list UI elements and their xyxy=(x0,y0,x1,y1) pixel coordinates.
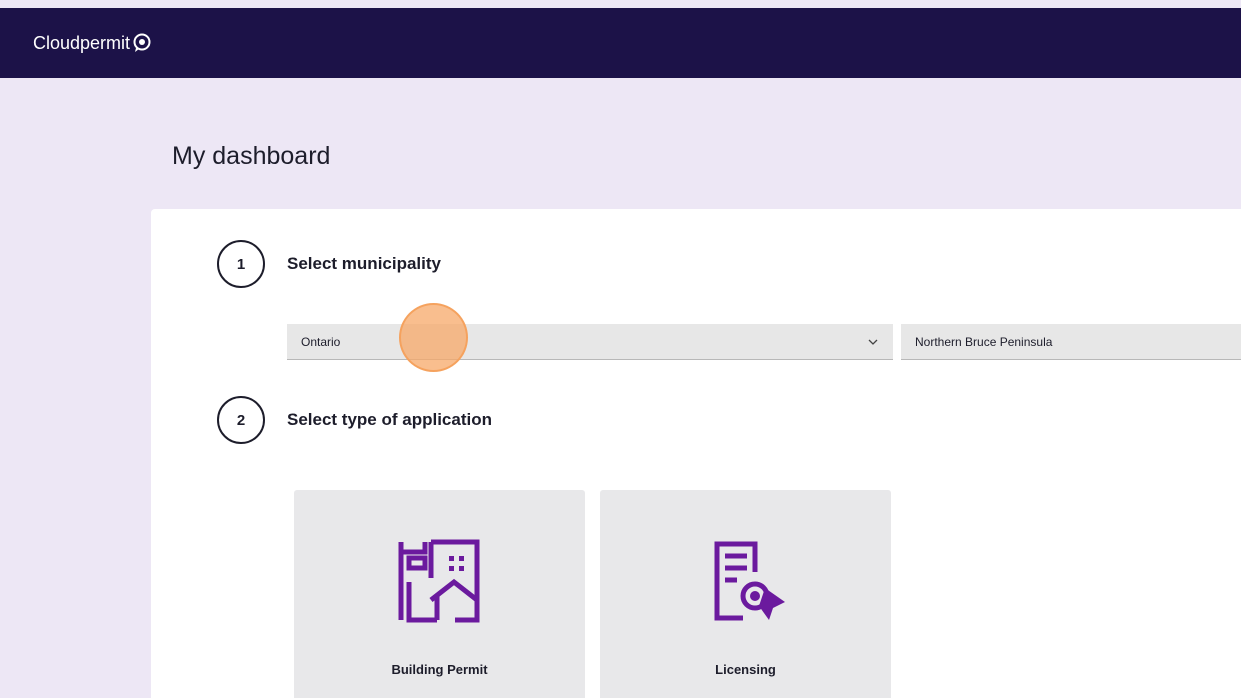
click-indicator xyxy=(399,303,468,372)
brand-logo[interactable]: Cloudpermit xyxy=(33,33,152,54)
tile-label: Licensing xyxy=(715,662,776,677)
province-select-value: Ontario xyxy=(301,334,341,349)
step-1-badge: 1 xyxy=(217,240,265,288)
page-title: My dashboard xyxy=(172,142,331,170)
step-1-title: Select municipality xyxy=(287,254,441,273)
step-2-title: Select type of application xyxy=(287,410,492,429)
cloudpermit-logo-icon xyxy=(133,33,151,52)
application-type-building-permit[interactable]: Building Permit xyxy=(294,490,585,698)
building-icon xyxy=(398,539,479,623)
brand-name: Cloudpermit xyxy=(33,32,131,53)
tile-label: Building Permit xyxy=(391,662,488,677)
province-select[interactable]: Ontario xyxy=(287,324,893,360)
application-type-licensing[interactable]: Licensing xyxy=(600,490,891,698)
municipality-select[interactable]: Northern Bruce Peninsula xyxy=(901,324,1241,360)
municipality-select-value: Northern Bruce Peninsula xyxy=(915,334,1053,349)
certificate-icon xyxy=(714,541,785,621)
top-navigation-bar: Cloudpermit xyxy=(0,8,1241,78)
step-2-badge: 2 xyxy=(217,396,265,444)
chevron-down-icon xyxy=(868,339,878,345)
